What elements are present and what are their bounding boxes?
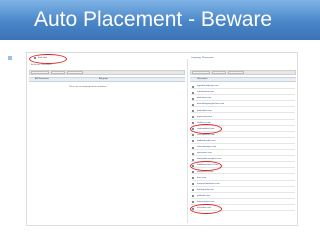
slide-title: Auto Placement - Beware [34, 8, 273, 31]
panel-divider [187, 59, 188, 223]
placement-row[interactable]: elitesnakeeyes.com [191, 145, 295, 150]
placement-label[interactable]: freetaxpedia.com [197, 189, 214, 191]
placement-label[interactable]: bookeditor.com [197, 110, 212, 112]
left-toolbar-button-2[interactable] [51, 71, 65, 74]
placement-label[interactable]: beaniums.com [197, 97, 211, 99]
placement-row[interactable]: beaniums.com [191, 96, 295, 102]
placement-row[interactable]: buyinsurity.com [191, 115, 295, 120]
placement-row[interactable]: bookeditor.com [191, 108, 295, 114]
checkbox-icon[interactable] [192, 97, 194, 100]
placement-row[interactable]: beautifulagencyfashion.com [191, 102, 295, 108]
checkbox-icon[interactable] [192, 134, 194, 137]
placement-label[interactable]: elitesnakeeyes.com [197, 146, 216, 148]
checkbox-icon[interactable] [192, 109, 194, 112]
checkbox-icon[interactable] [192, 177, 194, 179]
checkbox-icon[interactable] [192, 170, 194, 173]
placement-row[interactable]: cratesparkles.com [191, 133, 295, 138]
checkbox-icon[interactable] [192, 122, 194, 125]
checkbox-icon[interactable] [192, 201, 194, 204]
left-column-placement: Ad Placement [35, 78, 49, 81]
placement-label[interactable]: aureliaraken.com [197, 91, 214, 93]
checkbox-icon[interactable] [192, 103, 194, 106]
checkbox-icon[interactable] [192, 91, 194, 94]
checkbox-icon[interactable] [192, 183, 194, 186]
highlight-circle-header [29, 54, 67, 64]
placement-label[interactable]: cratesparkles.com [197, 134, 215, 136]
slide-banner: Auto Placement - Beware [0, 0, 320, 40]
checkbox-icon[interactable] [192, 140, 194, 143]
placement-row[interactable]: freequitclaimforms.com [191, 182, 295, 187]
checkbox-icon[interactable] [192, 146, 194, 149]
right-panel-header: Campaign: Placements [191, 56, 214, 59]
placement-label[interactable]: freequitclaimforms.com [197, 183, 220, 185]
placement-label[interactable]: beautifulagencyfashion.com [197, 103, 224, 105]
adwords-screenshot: Excluded Ad group: Placement Ad Placemen… [26, 52, 298, 226]
placement-row[interactable]: aureliaraken.com [191, 90, 295, 96]
square-bullet-icon [8, 56, 12, 60]
checkbox-icon[interactable] [192, 116, 194, 118]
placement-label[interactable]: giftfinder.com [197, 195, 210, 197]
placement-label[interactable]: freeguesser.com [197, 171, 213, 173]
placement-label[interactable]: dadbodseattle.com [197, 140, 216, 142]
placement-row[interactable]: freer.com [191, 176, 295, 181]
placement-row[interactable]: freeguesser.com [191, 169, 295, 175]
right-toolbar-button-2[interactable] [212, 71, 226, 74]
left-panel-subtext: Ad group: Placement [31, 64, 52, 66]
placement-label[interactable]: buyinsurity.com [197, 116, 212, 118]
left-toolbar-button-1[interactable] [31, 71, 49, 74]
checkbox-icon[interactable] [192, 152, 194, 155]
placement-label[interactable]: epicrooms.com [197, 152, 212, 154]
checkbox-icon[interactable] [192, 195, 194, 198]
left-toolbar-button-3[interactable] [67, 71, 83, 74]
highlight-circle-placement [190, 203, 222, 214]
checkbox-icon[interactable] [192, 85, 194, 88]
placement-row[interactable]: freetaxpedia.com [191, 188, 295, 193]
placement-row[interactable]: epicrooms.com [191, 151, 295, 157]
checkbox-icon[interactable] [192, 189, 194, 192]
left-column-adgroup: Ad group [99, 78, 108, 81]
left-empty-message: There are no ad group level exclusions [69, 86, 107, 88]
placement-label[interactable]: freer.com [197, 177, 206, 179]
placement-row[interactable]: dadbodseattle.com [191, 139, 295, 144]
placement-row[interactable]: appadvertidesign.com [191, 84, 295, 89]
right-column-placement: Placement [197, 78, 208, 81]
right-toolbar-button-1[interactable] [192, 71, 210, 74]
placement-label[interactable]: appadvertidesign.com [197, 85, 218, 87]
right-toolbar-button-3[interactable] [228, 71, 244, 74]
checkbox-icon[interactable] [192, 158, 194, 161]
placement-row[interactable]: giftfinder.com [191, 194, 295, 199]
